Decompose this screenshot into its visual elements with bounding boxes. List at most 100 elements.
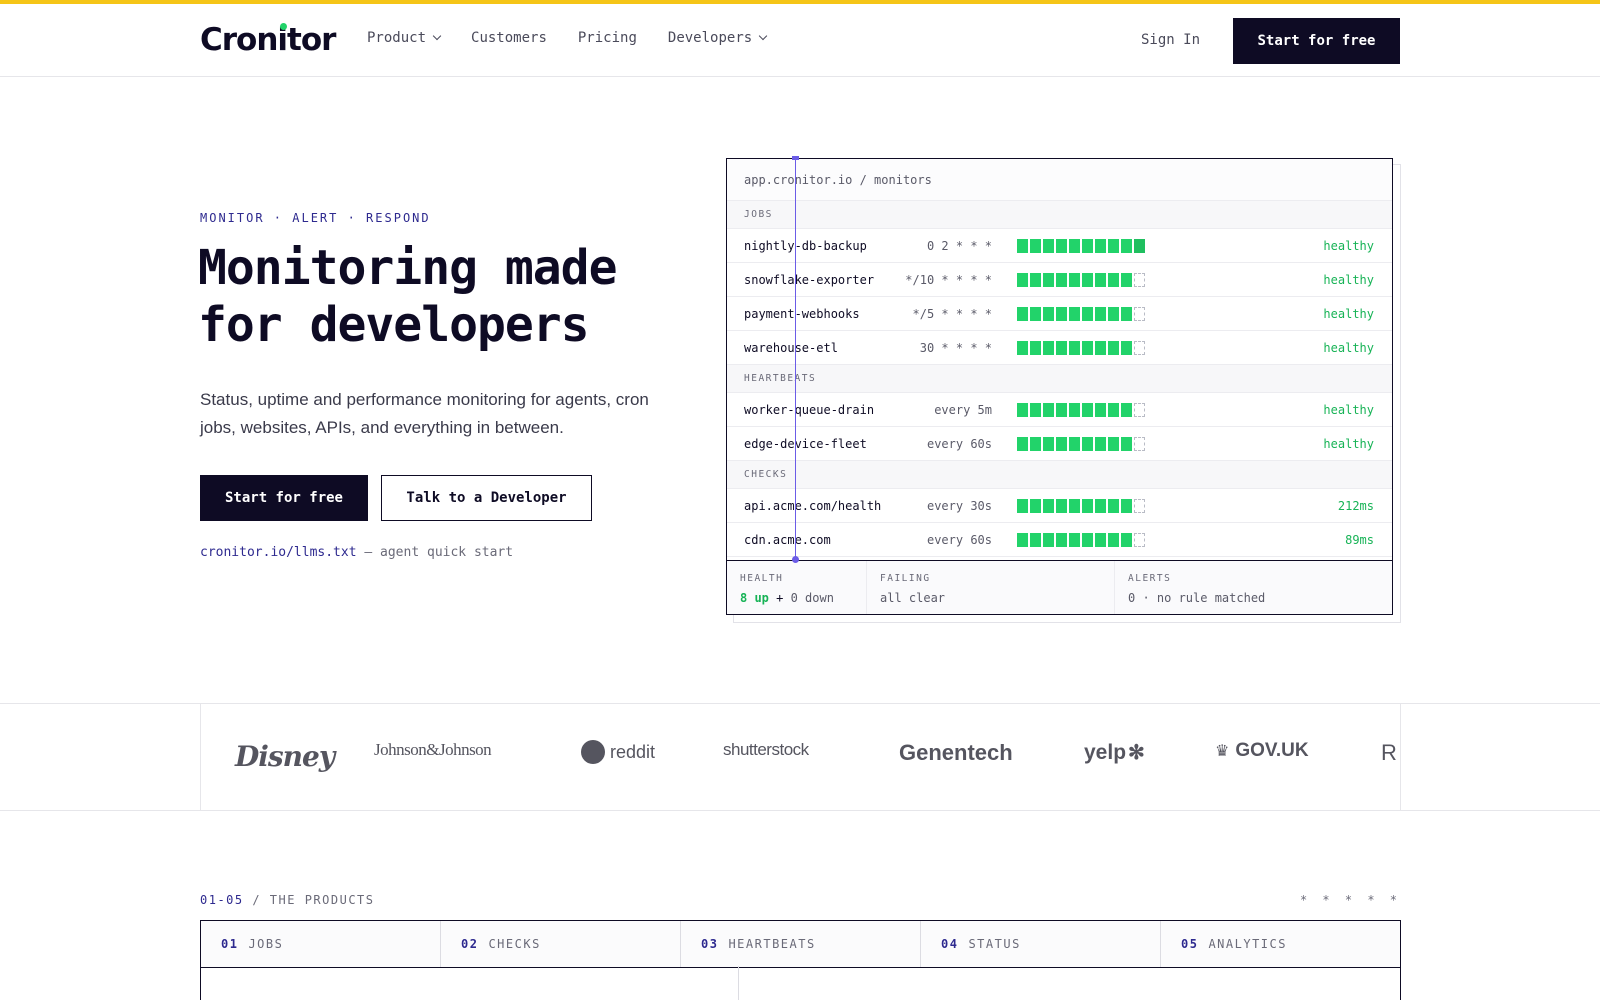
uptime-segment-ok	[1095, 239, 1106, 253]
uptime-segment-ok	[1108, 437, 1119, 451]
monitor-name: snowflake-exporter	[744, 272, 875, 287]
gov-uk-logo-text: GOV.UK	[1235, 740, 1309, 761]
yelp-logo: yelp ✻	[1084, 740, 1145, 765]
monitor-status: 212ms	[1337, 498, 1374, 513]
disney-logo-text: Disney	[235, 740, 335, 773]
tab-heartbeats[interactable]: 03 HEARTBEATS	[681, 921, 921, 967]
tab-label: ANALYTICS	[1208, 937, 1287, 951]
tab-analytics[interactable]: 05 ANALYTICS	[1161, 921, 1400, 967]
uptime-segment-ok	[1134, 239, 1145, 253]
uptime-segment-ok	[1043, 403, 1054, 417]
uptime-segment-ok	[1056, 403, 1067, 417]
monitor-row[interactable]: worker-queue-drain every 5m healthy	[727, 393, 1392, 427]
health-value: 8 up + 0 down	[740, 591, 853, 605]
llms-line: cronitor.io/llms.txt — agent quick start	[200, 545, 513, 560]
reddit-logo: reddit	[581, 740, 655, 764]
nav-developers-label: Developers	[667, 30, 753, 46]
tab-number: 01	[221, 937, 239, 951]
alerts-label: ALERTS	[1128, 573, 1172, 584]
uptime-segment-ok	[1095, 341, 1106, 355]
monitor-name: nightly-db-backup	[744, 238, 867, 253]
header-start-free-button[interactable]: Start for free	[1233, 18, 1400, 64]
monitor-row[interactable]: snowflake-exporter */10 * * * * healthy	[727, 263, 1392, 297]
monitor-row[interactable]: cdn.acme.com every 60s 89ms	[727, 523, 1392, 557]
uptime-segment-ok	[1056, 307, 1067, 321]
sign-in-link[interactable]: Sign In	[1141, 32, 1200, 48]
nav-developers[interactable]: Developers	[667, 30, 768, 46]
disney-logo: Disney	[235, 740, 335, 773]
tab-label: STATUS	[968, 937, 1021, 951]
monitor-status: healthy	[1323, 272, 1374, 287]
shutterstock-logo: shutterstock	[723, 740, 809, 760]
uptime-segment-pending	[1134, 273, 1145, 287]
monitors-dashboard: app.cronitor.io / monitors JOBS nightly-d…	[726, 158, 1393, 615]
monitor-name: cdn.acme.com	[744, 532, 831, 547]
monitor-row[interactable]: nightly-db-backup 0 2 * * * healthy	[727, 229, 1392, 263]
uptime-bar	[1017, 239, 1145, 253]
tab-status[interactable]: 04 STATUS	[921, 921, 1161, 967]
tab-number: 04	[941, 937, 959, 951]
section-header-checks: CHECKS	[727, 461, 1392, 489]
monitor-name: api.acme.com/health	[744, 498, 882, 513]
tab-jobs[interactable]: 01 JOBS	[201, 921, 441, 967]
monitor-row[interactable]: edge-device-fleet every 60s healthy	[727, 427, 1392, 461]
dashboard-url: app.cronitor.io / monitors	[727, 159, 1392, 201]
health-label: HEALTH	[740, 573, 784, 584]
uptime-segment-ok	[1069, 307, 1080, 321]
uptime-segment-pending	[1134, 533, 1145, 547]
uptime-segment-ok	[1108, 307, 1119, 321]
monitor-name: payment-webhooks	[744, 306, 860, 321]
uptime-segment-ok	[1108, 403, 1119, 417]
llms-link[interactable]: cronitor.io/llms.txt	[200, 545, 357, 560]
genentech-logo: Genentech	[899, 740, 1013, 766]
chevron-down-icon	[432, 31, 442, 41]
alerts-summary: ALERTS 0 · no rule matched	[1115, 561, 1392, 614]
monitor-status: healthy	[1323, 306, 1374, 321]
uptime-segment-ok	[1082, 307, 1093, 321]
timeline-scrubber-line[interactable]	[795, 158, 796, 558]
dashboard-body: JOBS nightly-db-backup 0 2 * * * healthy sno…	[727, 201, 1392, 557]
alerts-value: 0 · no rule matched	[1128, 591, 1266, 605]
nav-customers[interactable]: Customers	[471, 30, 547, 46]
health-summary: HEALTH 8 up + 0 down	[727, 561, 867, 614]
monitor-status: healthy	[1323, 238, 1374, 253]
products-range: 01-05	[200, 893, 244, 907]
uptime-segment-ok	[1017, 239, 1028, 253]
hero-title: Monitoring made for developers	[198, 240, 617, 353]
crown-icon: ♛	[1215, 743, 1230, 760]
monitor-row[interactable]: api.acme.com/health every 30s 212ms	[727, 489, 1392, 523]
products-heading-label: / THE PRODUCTS	[252, 893, 375, 907]
logo-dot-icon	[280, 23, 287, 30]
talk-to-developer-button[interactable]: Talk to a Developer	[381, 475, 592, 521]
uptime-segment-ok	[1069, 437, 1080, 451]
hero-start-free-button[interactable]: Start for free	[200, 475, 368, 521]
uptime-segment-ok	[1069, 499, 1080, 513]
monitor-row[interactable]: warehouse-etl 30 * * * * healthy	[727, 331, 1392, 365]
monitor-schedule: */10 * * * *	[905, 272, 992, 287]
nav-pricing[interactable]: Pricing	[578, 30, 637, 46]
failing-label: FAILING	[880, 573, 931, 584]
uptime-segment-ok	[1069, 273, 1080, 287]
uptime-segment-ok	[1017, 403, 1028, 417]
uptime-segment-ok	[1082, 239, 1093, 253]
nav-product[interactable]: Product	[367, 30, 442, 46]
uptime-bar	[1017, 437, 1145, 451]
uptime-segment-ok	[1069, 533, 1080, 547]
uptime-segment-ok	[1043, 341, 1054, 355]
scrubber-handle-icon[interactable]	[792, 556, 799, 563]
uptime-segment-ok	[1056, 239, 1067, 253]
uptime-segment-ok	[1030, 273, 1041, 287]
uptime-segment-ok	[1082, 533, 1093, 547]
llms-note: — agent quick start	[364, 545, 514, 560]
uptime-segment-ok	[1082, 341, 1093, 355]
uptime-segment-ok	[1121, 499, 1132, 513]
section-header-heartbeats: HEARTBEATS	[727, 365, 1392, 393]
tab-checks[interactable]: 02 CHECKS	[441, 921, 681, 967]
uptime-segment-ok	[1056, 533, 1067, 547]
monitor-status: 89ms	[1345, 532, 1374, 547]
uptime-segment-ok	[1121, 273, 1132, 287]
brand-logo[interactable]: Cronitor	[200, 22, 336, 58]
monitor-row[interactable]: payment-webhooks */5 * * * * healthy	[727, 297, 1392, 331]
uptime-segment-ok	[1108, 239, 1119, 253]
uptime-segment-ok	[1121, 307, 1132, 321]
